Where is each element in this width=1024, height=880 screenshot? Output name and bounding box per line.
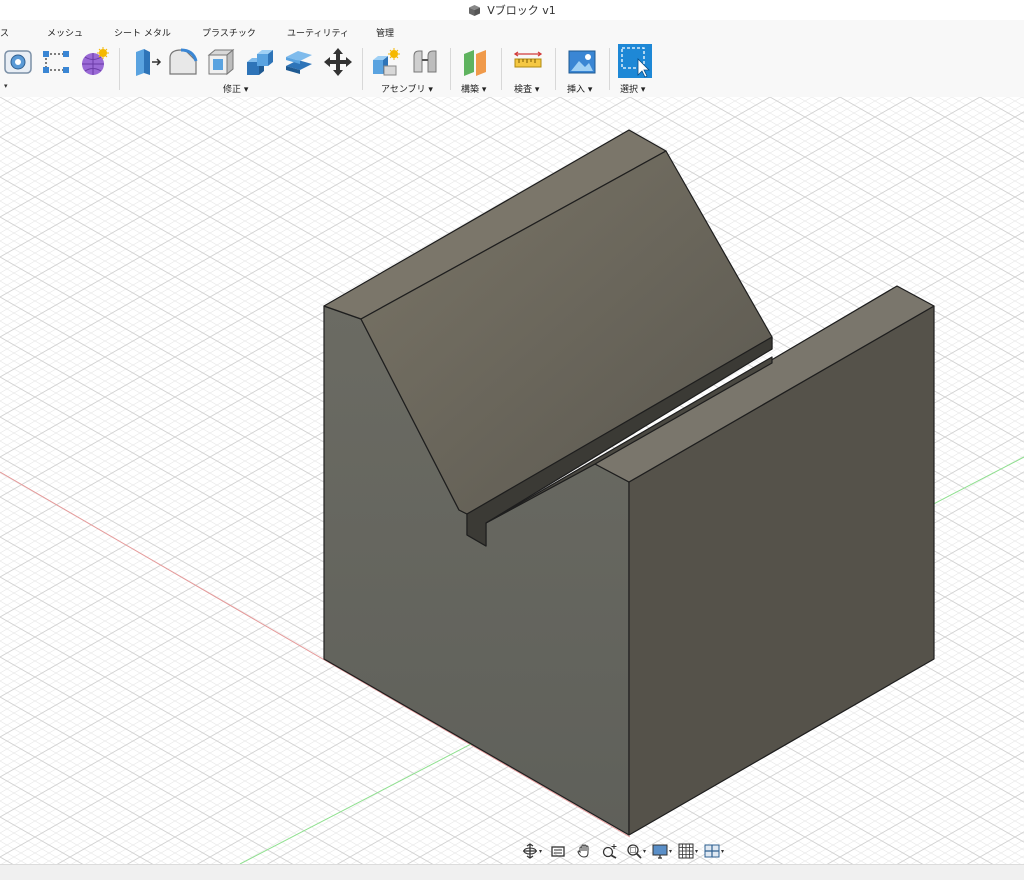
- new-component-icon: [373, 48, 400, 76]
- shell-button[interactable]: [205, 46, 237, 78]
- select-cursor-icon: [621, 47, 650, 78]
- fillet-icon: [169, 48, 198, 75]
- tab-mesh[interactable]: メッシュ: [47, 26, 83, 39]
- mesh-create-button[interactable]: [78, 46, 110, 78]
- look-at-icon: [551, 846, 565, 857]
- construct-group-label[interactable]: 構築 ▾: [461, 82, 486, 95]
- grid-caret[interactable]: ▾: [695, 848, 698, 855]
- joint-button[interactable]: [409, 46, 441, 78]
- offset-face-button[interactable]: [283, 46, 315, 78]
- assemble-group-label[interactable]: アセンブリ ▾: [381, 82, 433, 95]
- joint-icon: [413, 50, 437, 73]
- move-icon: [324, 48, 352, 76]
- viewports-button[interactable]: ▾: [702, 840, 726, 862]
- combine-button[interactable]: [244, 46, 276, 78]
- display-settings-icon: [652, 844, 668, 859]
- look-at-button[interactable]: [546, 840, 570, 862]
- tab-manage[interactable]: 管理: [376, 26, 394, 39]
- press-pull-icon: [136, 49, 162, 76]
- select-button[interactable]: [618, 44, 652, 78]
- surface-patch-icon: [4, 50, 32, 74]
- surface-tool-button[interactable]: [2, 46, 34, 78]
- fit-icon: [627, 844, 642, 859]
- mesh-sphere-icon: [82, 47, 109, 75]
- status-bar: [0, 864, 1024, 880]
- grid-settings-button[interactable]: ▾: [676, 840, 700, 862]
- navigation-bar: ▾ ▾ ▾ ▾ ▾: [520, 839, 736, 863]
- measure-button[interactable]: [512, 46, 544, 78]
- new-component-button[interactable]: [370, 46, 402, 78]
- tab-sheet-metal[interactable]: シート メタル: [114, 26, 171, 39]
- fit-caret[interactable]: ▾: [643, 848, 646, 855]
- select-group-label[interactable]: 選択 ▾: [620, 82, 645, 95]
- measure-ruler-icon: [513, 51, 543, 68]
- shell-icon: [207, 48, 235, 76]
- surface-group-caret[interactable]: ▾: [4, 82, 8, 90]
- tab-surface[interactable]: ス: [0, 26, 9, 39]
- insert-group-label[interactable]: 挿入 ▾: [567, 82, 592, 95]
- tab-plastic[interactable]: プラスチック: [202, 26, 256, 39]
- pan-icon: [577, 844, 589, 858]
- offset-plane-button[interactable]: [460, 46, 492, 78]
- fillet-button[interactable]: [167, 46, 199, 78]
- modify-group-label[interactable]: 修正 ▾: [223, 82, 248, 95]
- grid-icon: [678, 843, 694, 859]
- zoom-icon: [602, 844, 617, 859]
- title-bar: Vブロック v1: [0, 0, 1024, 20]
- mesh-sketch-icon: [43, 51, 69, 73]
- insert-image-button[interactable]: [566, 46, 598, 78]
- tab-utility[interactable]: ユーティリティ: [287, 26, 349, 39]
- viewports-icon: [704, 844, 720, 858]
- display-settings-button[interactable]: ▾: [650, 840, 674, 862]
- insert-image-icon: [568, 50, 596, 74]
- canvas-viewport[interactable]: [0, 97, 1024, 864]
- toolbar-ribbon: ス メッシュ シート メタル プラスチック ユーティリティ 管理 ▾ 修正 ▾ …: [0, 20, 1024, 98]
- orbit-icon: [522, 843, 537, 859]
- fit-button[interactable]: ▾: [624, 840, 648, 862]
- viewports-caret[interactable]: ▾: [721, 848, 724, 855]
- combine-icon: [247, 50, 273, 75]
- pan-button[interactable]: [572, 840, 596, 862]
- orbit-caret[interactable]: ▾: [539, 848, 542, 855]
- document-title: Vブロック v1: [487, 4, 556, 17]
- offset-face-icon: [286, 51, 312, 74]
- inspect-group-label[interactable]: 検査 ▾: [514, 82, 539, 95]
- construct-plane-icon: [464, 50, 486, 76]
- display-caret[interactable]: ▾: [669, 848, 672, 855]
- move-copy-button[interactable]: [322, 46, 354, 78]
- mesh-section-sketch-button[interactable]: [40, 46, 72, 78]
- orbit-button[interactable]: ▾: [520, 840, 544, 862]
- document-icon: [469, 4, 481, 16]
- zoom-button[interactable]: [598, 840, 622, 862]
- press-pull-button[interactable]: [130, 46, 162, 78]
